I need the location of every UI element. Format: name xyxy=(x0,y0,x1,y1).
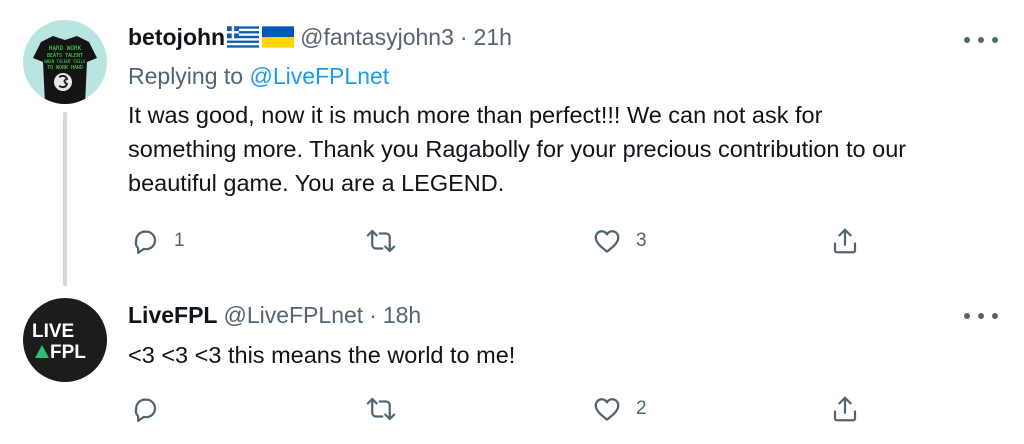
replying-prefix: Replying to xyxy=(128,63,244,89)
tweet-1-text-line-1: It was good, now it is much more than pe… xyxy=(128,102,823,128)
greece-flag-icon xyxy=(227,26,260,48)
tweet-1-more-button[interactable] xyxy=(964,30,998,50)
tweet-2-retweet-button[interactable] xyxy=(366,394,410,424)
share-icon xyxy=(833,396,857,422)
tweet-2-share-button[interactable] xyxy=(830,394,860,424)
ukraine-flag-icon xyxy=(262,26,295,48)
tweet-1-text: It was good, now it is much more than pe… xyxy=(128,98,906,200)
tweet-1-like-button[interactable]: 3 xyxy=(592,226,647,256)
like-icon xyxy=(594,230,620,253)
tweet-1-reply-count: 1 xyxy=(174,230,185,251)
avatar-betojohn[interactable]: HARD WORK BEATS TALENT WHEN TALENT FAILS… xyxy=(23,20,107,104)
retweet-icon xyxy=(366,397,396,421)
avatar-shirt-text-4: TO WORK HARD xyxy=(47,65,83,71)
tweet-2-like-count: 2 xyxy=(636,398,647,419)
tweet-2-display-name[interactable]: LiveFPL xyxy=(128,302,217,329)
more-icon-dot xyxy=(964,37,970,43)
avatar-shirt-text-3: WHEN TALENT FAILS xyxy=(45,59,87,64)
tweet-1-separator: · xyxy=(459,23,468,50)
more-icon-dot xyxy=(992,313,998,319)
reply-icon xyxy=(134,230,157,254)
tweet-2-reply-button[interactable] xyxy=(130,394,174,424)
tweet-1-timestamp[interactable]: 21h xyxy=(474,24,512,51)
share-icon xyxy=(833,228,857,254)
tweet-2-more-button[interactable] xyxy=(964,306,998,326)
tweet-1-reply-button[interactable]: 1 xyxy=(130,226,185,256)
more-icon-dot xyxy=(992,37,998,43)
tweet-1-retweet-button[interactable] xyxy=(366,226,410,256)
avatar-livefpl[interactable]: LIVE FPL xyxy=(23,298,107,382)
tweet-1-display-name[interactable]: betojohn xyxy=(128,24,225,51)
tweet-2-handle[interactable]: @LiveFPLnet xyxy=(223,302,363,329)
avatar-shirt-text-1: HARD WORK xyxy=(49,45,82,52)
more-icon-dot xyxy=(964,313,970,319)
tweet-2-like-button[interactable]: 2 xyxy=(592,394,647,424)
avatar-shirt-image: HARD WORK BEATS TALENT WHEN TALENT FAILS… xyxy=(33,36,97,104)
logo-triangle-icon xyxy=(35,345,49,358)
more-icon-dot xyxy=(978,313,984,319)
logo-text-fpl: FPL xyxy=(50,342,86,363)
logo-text-live: LIVE xyxy=(32,321,74,342)
tweet-1-text-line-2: something more. Thank you Ragabolly for … xyxy=(128,136,907,162)
tweet-2-separator: · xyxy=(369,301,377,328)
retweet-icon xyxy=(366,229,396,253)
replying-mention-link[interactable]: @LiveFPLnet xyxy=(249,63,389,89)
tweet-1-text-line-3: beautiful game. You are a LEGEND. xyxy=(128,170,505,196)
tweet-1-replying-to: Replying to @LiveFPLnet xyxy=(128,63,389,90)
tweet-2-text-line-1: <3 <3 <3 this means the world to me! xyxy=(128,342,516,368)
like-icon xyxy=(594,398,620,421)
more-icon-dot xyxy=(978,37,984,43)
tweet-1-like-count: 3 xyxy=(636,230,647,251)
tweet-2-timestamp[interactable]: 18h xyxy=(383,302,421,329)
tweet-1-share-button[interactable] xyxy=(830,226,860,256)
tweet-2-header: LiveFPL @LiveFPLnet · 18h xyxy=(128,300,421,330)
tweet-1-handle[interactable]: @fantasyjohn3 xyxy=(300,24,454,51)
reply-icon xyxy=(134,398,157,422)
tweet-1-header: betojohn @fantasyjohn3 · 21h xyxy=(128,22,512,52)
thread-connector-line xyxy=(63,112,67,286)
tweet-2-text: <3 <3 <3 this means the world to me! xyxy=(128,338,515,372)
livefpl-logo-image: LIVE FPL xyxy=(32,321,86,363)
